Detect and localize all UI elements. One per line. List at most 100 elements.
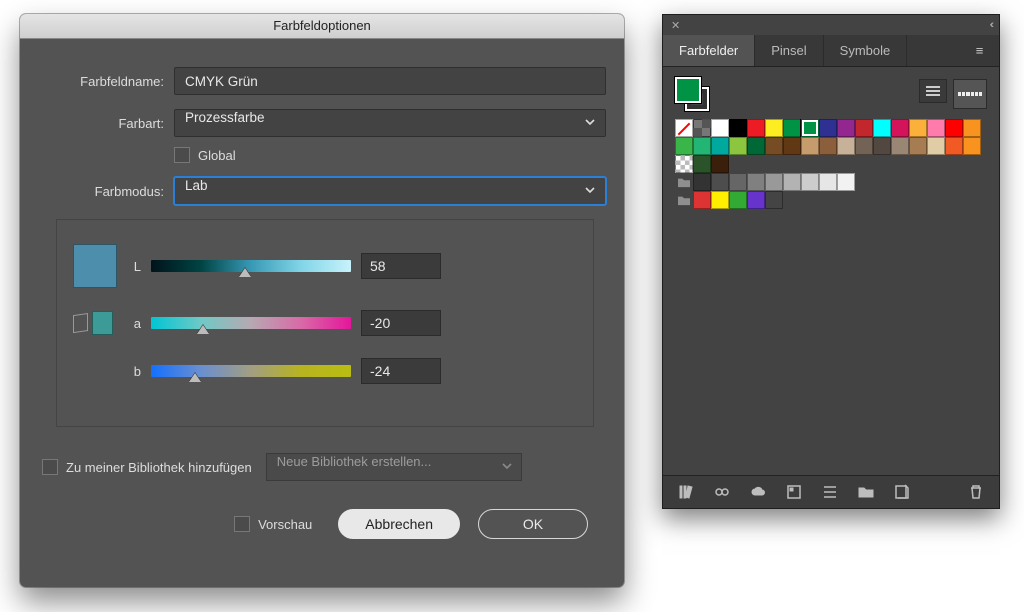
swatch[interactable] bbox=[855, 137, 873, 155]
tab-brushes[interactable]: Pinsel bbox=[755, 35, 823, 66]
swatch-name-input[interactable] bbox=[174, 67, 606, 95]
colormode-select[interactable]: Lab bbox=[174, 177, 606, 205]
swatch-group-folder-icon[interactable] bbox=[675, 173, 693, 191]
swatch[interactable] bbox=[693, 173, 711, 191]
folder-icon[interactable] bbox=[857, 483, 875, 501]
swatch[interactable] bbox=[783, 119, 801, 137]
swatch[interactable] bbox=[963, 137, 981, 155]
new-swatch-icon[interactable] bbox=[893, 483, 911, 501]
slider-a[interactable] bbox=[151, 317, 351, 329]
add-to-library-checkbox[interactable]: Zu meiner Bibliothek hinzufügen bbox=[42, 459, 252, 475]
swatch[interactable] bbox=[801, 137, 819, 155]
swatch[interactable] bbox=[873, 137, 891, 155]
swatch[interactable] bbox=[765, 191, 783, 209]
swatches-panel: Farbfelder Pinsel Symbole ≡ bbox=[662, 14, 1000, 509]
swatch[interactable] bbox=[873, 119, 891, 137]
swatch[interactable] bbox=[837, 119, 855, 137]
swatch[interactable] bbox=[783, 137, 801, 155]
colortype-select[interactable]: Prozessfarbe bbox=[174, 109, 606, 137]
swatch[interactable] bbox=[747, 119, 765, 137]
swatch[interactable] bbox=[729, 191, 747, 209]
global-label: Global bbox=[198, 148, 236, 163]
cancel-button[interactable]: Abbrechen bbox=[338, 509, 460, 539]
swatch[interactable] bbox=[711, 137, 729, 155]
swatch[interactable] bbox=[909, 137, 927, 155]
swatch-grid bbox=[663, 119, 999, 475]
swatch[interactable] bbox=[801, 119, 819, 137]
swatch[interactable] bbox=[945, 137, 963, 155]
panel-menu-icon[interactable]: ≡ bbox=[969, 43, 991, 58]
library-select[interactable]: Neue Bibliothek erstellen... bbox=[266, 453, 522, 481]
colormode-label: Farbmodus: bbox=[38, 184, 164, 199]
slider-l[interactable] bbox=[151, 260, 351, 272]
swatch[interactable] bbox=[729, 119, 747, 137]
slider-b-label: b bbox=[123, 364, 141, 379]
trash-icon[interactable] bbox=[967, 483, 985, 501]
swatch[interactable] bbox=[711, 173, 729, 191]
global-checkbox[interactable]: Global bbox=[174, 147, 236, 163]
swatch[interactable] bbox=[693, 119, 711, 137]
swatch-group-folder-icon[interactable] bbox=[675, 191, 693, 209]
swatch[interactable] bbox=[963, 119, 981, 137]
lab-sliders: L a b bbox=[56, 219, 594, 427]
tab-symbols[interactable]: Symbole bbox=[824, 35, 908, 66]
swatch[interactable] bbox=[747, 191, 765, 209]
swatch[interactable] bbox=[747, 137, 765, 155]
colortype-label: Farbart: bbox=[38, 116, 164, 131]
swatch[interactable] bbox=[891, 137, 909, 155]
swatch[interactable] bbox=[837, 137, 855, 155]
cube-icon bbox=[73, 313, 88, 333]
swatch[interactable] bbox=[837, 173, 855, 191]
swatch[interactable] bbox=[675, 119, 693, 137]
swatch[interactable] bbox=[711, 155, 729, 173]
cloud-icon[interactable] bbox=[749, 483, 767, 501]
swatch[interactable] bbox=[819, 173, 837, 191]
swatch[interactable] bbox=[927, 137, 945, 155]
swatch[interactable] bbox=[765, 119, 783, 137]
swatch[interactable] bbox=[945, 119, 963, 137]
swatch[interactable] bbox=[891, 119, 909, 137]
ok-button[interactable]: OK bbox=[478, 509, 588, 539]
swatch[interactable] bbox=[729, 173, 747, 191]
swatch-options-dialog: Farbfeldoptionen Farbfeldname: Farbart: … bbox=[20, 14, 624, 587]
swatch[interactable] bbox=[675, 155, 693, 173]
swatch[interactable] bbox=[693, 137, 711, 155]
swatch[interactable] bbox=[855, 119, 873, 137]
swatch-options-icon[interactable] bbox=[785, 483, 803, 501]
swatch[interactable] bbox=[711, 119, 729, 137]
value-l-input[interactable] bbox=[361, 253, 441, 279]
list-view-button[interactable] bbox=[919, 79, 947, 103]
value-b-input[interactable] bbox=[361, 358, 441, 384]
library-icon[interactable] bbox=[677, 483, 695, 501]
swatch[interactable] bbox=[747, 173, 765, 191]
swatch[interactable] bbox=[711, 191, 729, 209]
reference-swatch bbox=[92, 311, 113, 335]
slider-b[interactable] bbox=[151, 365, 351, 377]
collapse-icon[interactable] bbox=[990, 19, 991, 31]
preview-checkbox[interactable]: Vorschau bbox=[234, 516, 312, 532]
swatch[interactable] bbox=[909, 119, 927, 137]
swatch[interactable] bbox=[675, 137, 693, 155]
link-icon[interactable] bbox=[713, 483, 731, 501]
color-preview-swatch bbox=[73, 244, 117, 288]
swatch[interactable] bbox=[927, 119, 945, 137]
swatch[interactable] bbox=[693, 191, 711, 209]
close-icon[interactable] bbox=[671, 19, 680, 32]
swatch[interactable] bbox=[819, 119, 837, 137]
grid-view-button[interactable] bbox=[953, 79, 987, 109]
swatch[interactable] bbox=[765, 173, 783, 191]
tab-swatches[interactable]: Farbfelder bbox=[663, 35, 755, 66]
swatch[interactable] bbox=[693, 155, 711, 173]
chevron-down-icon bbox=[501, 460, 513, 475]
fill-stroke-indicator[interactable] bbox=[675, 77, 709, 111]
dialog-title: Farbfeldoptionen bbox=[20, 14, 624, 39]
swatch[interactable] bbox=[783, 173, 801, 191]
checkbox-icon bbox=[42, 459, 58, 475]
swatch[interactable] bbox=[765, 137, 783, 155]
list-icon[interactable] bbox=[821, 483, 839, 501]
swatch[interactable] bbox=[729, 137, 747, 155]
swatch[interactable] bbox=[819, 137, 837, 155]
value-a-input[interactable] bbox=[361, 310, 441, 336]
panel-footer bbox=[663, 475, 999, 508]
swatch[interactable] bbox=[801, 173, 819, 191]
